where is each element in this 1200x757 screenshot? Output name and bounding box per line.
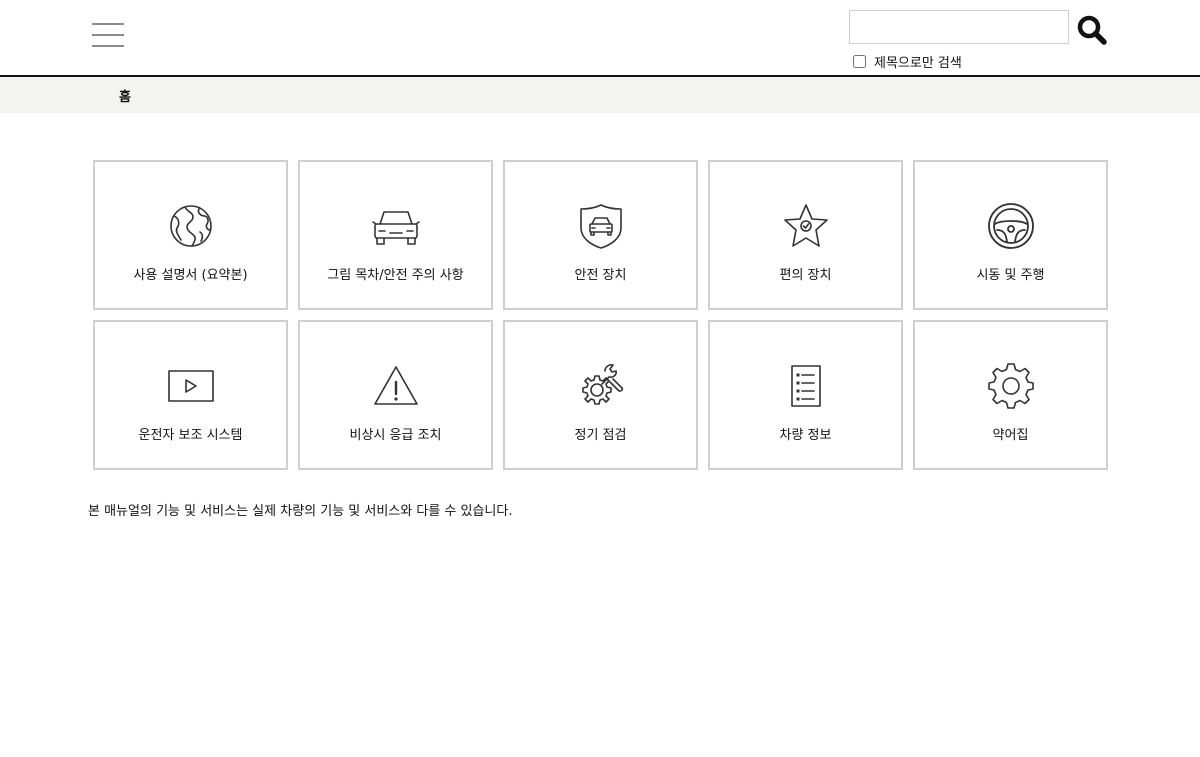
tile-safety-devices[interactable]: 안전 장치 (503, 160, 698, 310)
disclaimer-text: 본 매뉴얼의 기능 및 서비스는 실제 차량의 기능 및 서비스와 다를 수 있… (88, 504, 513, 519)
tile-label: 사용 설명서 (요약본) (133, 268, 248, 283)
search-input[interactable] (849, 10, 1069, 44)
tile-label: 그림 목차/안전 주의 사항 (327, 268, 464, 283)
tile-label: 시동 및 주행 (976, 268, 1045, 283)
header: 제목으로만 검색 (0, 0, 1200, 77)
tile-abbreviations[interactable]: 약어집 (913, 320, 1108, 470)
search-icon[interactable] (1076, 14, 1108, 46)
tile-label: 편의 장치 (779, 268, 832, 283)
video-play-icon (165, 362, 217, 410)
tile-convenience-features[interactable]: 편의 장치 (708, 160, 903, 310)
globe-icon (165, 202, 217, 250)
car-icon (370, 202, 422, 250)
tile-quick-guide[interactable]: 사용 설명서 (요약본) (93, 160, 288, 310)
tile-label: 안전 장치 (574, 268, 627, 283)
gear-wrench-icon (575, 362, 627, 410)
tile-driver-assist[interactable]: 운전자 보조 시스템 (93, 320, 288, 470)
tile-regular-inspection[interactable]: 정기 점검 (503, 320, 698, 470)
steering-wheel-icon (985, 202, 1037, 250)
tile-label: 비상시 응급 조치 (349, 428, 442, 443)
warning-triangle-icon (370, 362, 422, 410)
star-check-icon (780, 202, 832, 250)
hamburger-menu-icon[interactable] (92, 21, 124, 49)
tile-picture-index-safety[interactable]: 그림 목차/안전 주의 사항 (298, 160, 493, 310)
tile-label: 차량 정보 (779, 428, 832, 443)
breadcrumb-home-link[interactable]: 홈 (119, 86, 131, 105)
shield-car-icon (575, 202, 627, 250)
tile-label: 정기 점검 (574, 428, 627, 443)
tile-label: 약어집 (992, 428, 1029, 443)
tile-vehicle-info[interactable]: 차량 정보 (708, 320, 903, 470)
title-only-label: 제목으로만 검색 (874, 56, 962, 71)
category-grid: 사용 설명서 (요약본) 그림 목차/안전 주의 사항 안전 장치 편의 장치 … (93, 160, 1108, 470)
breadcrumb: 홈 (0, 77, 1200, 113)
gear-icon (985, 362, 1037, 410)
tile-label: 운전자 보조 시스템 (138, 428, 243, 443)
tile-emergency[interactable]: 비상시 응급 조치 (298, 320, 493, 470)
checklist-icon (780, 362, 832, 410)
title-only-checkbox[interactable] (853, 55, 866, 68)
tile-starting-driving[interactable]: 시동 및 주행 (913, 160, 1108, 310)
title-only-search[interactable]: 제목으로만 검색 (852, 52, 962, 71)
